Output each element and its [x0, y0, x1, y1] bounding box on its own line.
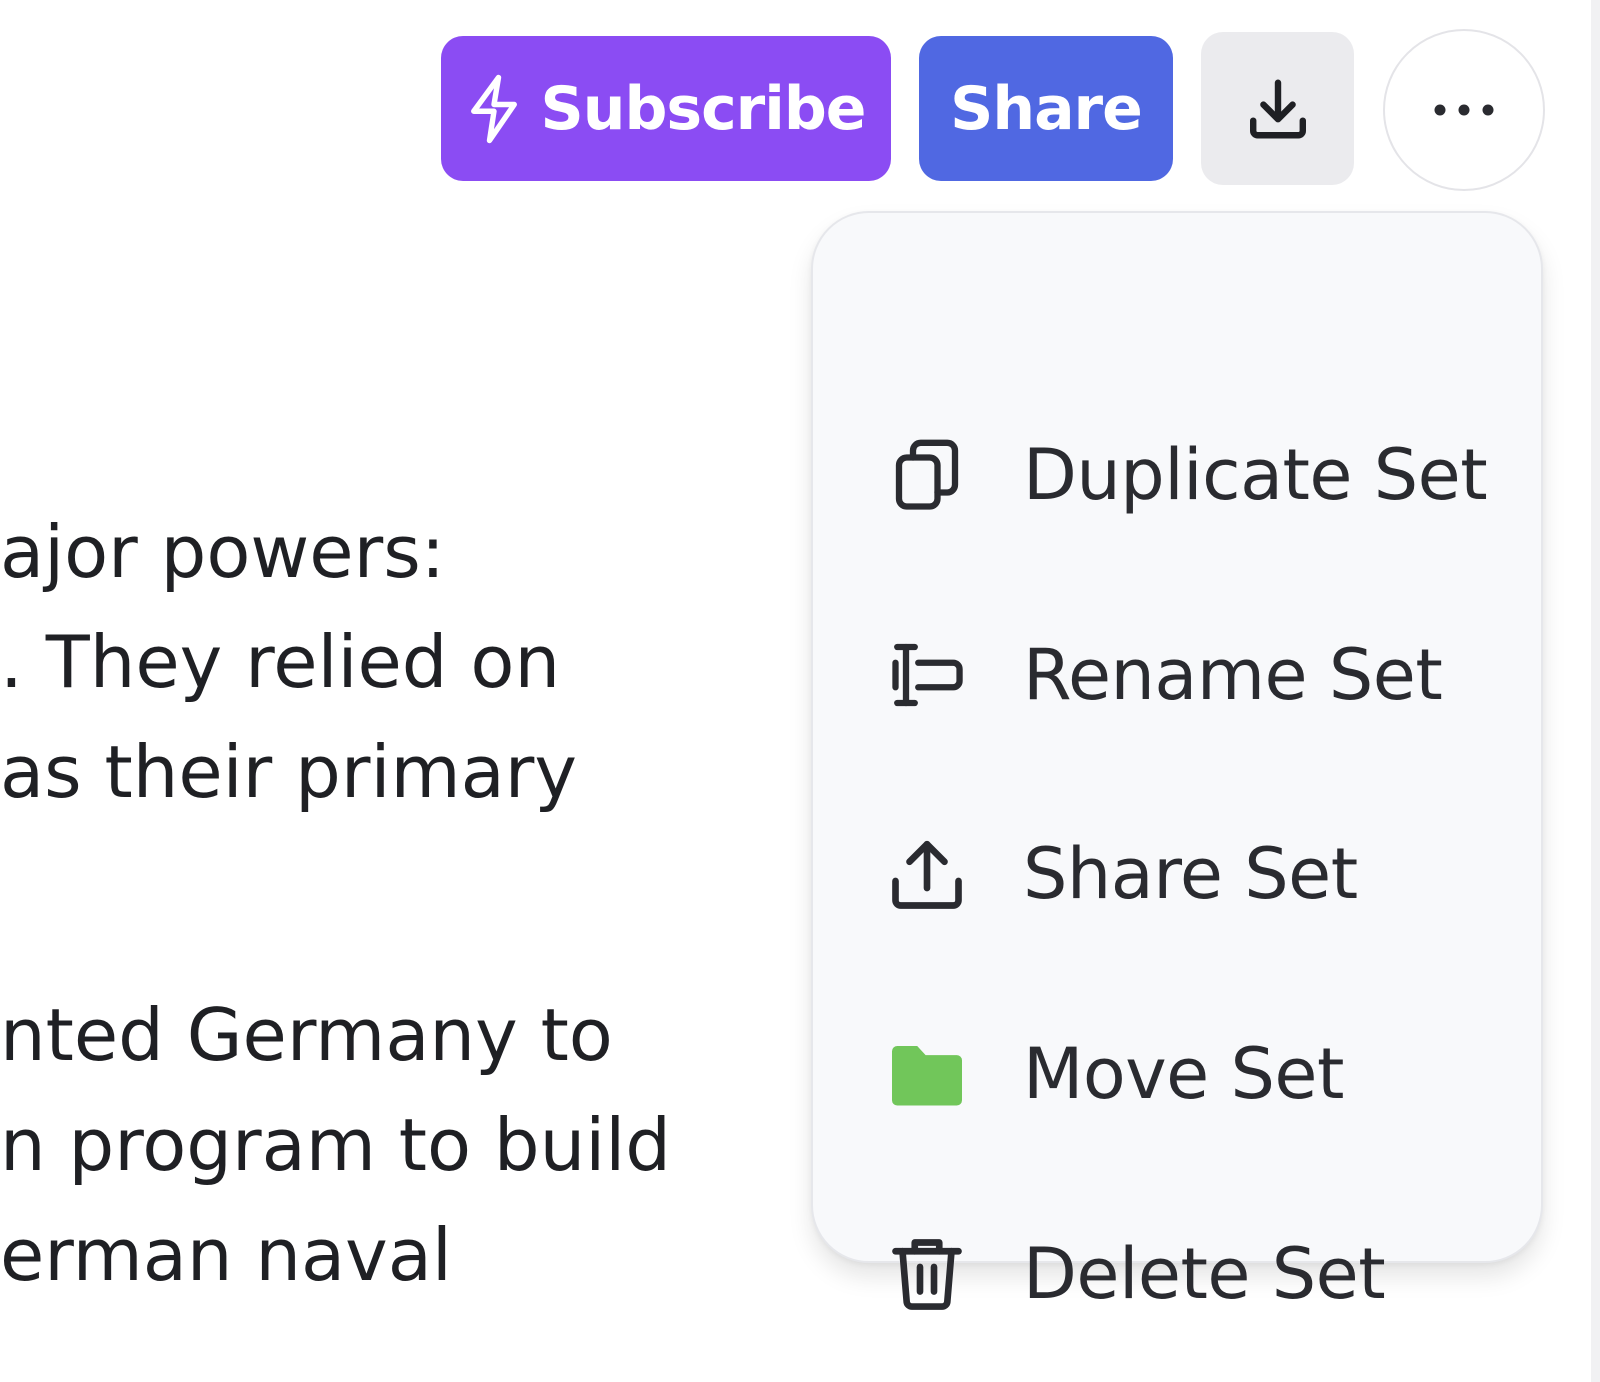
menu-item-label: Delete Set: [1023, 1233, 1386, 1315]
menu-item-rename-set[interactable]: Rename Set: [813, 600, 1541, 750]
body-paragraph: ajor powers: . They relied on as their p…: [0, 497, 577, 827]
share-label: Share: [950, 73, 1143, 144]
trash-icon: [885, 1232, 969, 1316]
duplicate-icon: [885, 433, 969, 517]
more-horizontal-icon: [1434, 104, 1494, 116]
paragraph-line: ajor powers:: [0, 510, 445, 594]
menu-item-move-set[interactable]: Move Set: [813, 999, 1541, 1149]
menu-item-label: Rename Set: [1023, 634, 1443, 716]
folder-icon: [885, 1032, 969, 1116]
paragraph-line: . They relied on: [0, 620, 561, 704]
menu-item-share-set[interactable]: Share Set: [813, 799, 1541, 949]
more-options-button[interactable]: [1383, 29, 1545, 191]
download-icon: [1249, 79, 1306, 138]
page: Subscribe Share ajor powers: . They reli…: [0, 0, 1600, 1382]
scrollbar-track[interactable]: [1591, 0, 1600, 1382]
body-paragraph: nted Germany to n program to build erman…: [0, 980, 671, 1310]
subscribe-label: Subscribe: [540, 73, 867, 144]
menu-item-delete-set[interactable]: Delete Set: [813, 1199, 1541, 1349]
menu-item-label: Share Set: [1023, 833, 1358, 915]
rename-icon: [885, 633, 969, 717]
subscribe-button[interactable]: Subscribe: [441, 36, 891, 181]
more-options-menu: Duplicate Set Rename Set Share Set Move …: [811, 211, 1543, 1315]
share-button[interactable]: Share: [919, 36, 1173, 181]
paragraph-line: nted Germany to: [0, 993, 613, 1077]
download-button[interactable]: [1201, 32, 1354, 185]
paragraph-line: as their primary: [0, 730, 577, 814]
menu-item-label: Move Set: [1023, 1033, 1344, 1115]
paragraph-line: n program to build: [0, 1103, 671, 1187]
share-upload-icon: [885, 832, 969, 916]
paragraph-line: erman naval: [0, 1213, 452, 1297]
lightning-bolt-icon: [470, 74, 517, 143]
menu-item-duplicate-set[interactable]: Duplicate Set: [813, 400, 1541, 550]
menu-item-label: Duplicate Set: [1023, 434, 1488, 516]
